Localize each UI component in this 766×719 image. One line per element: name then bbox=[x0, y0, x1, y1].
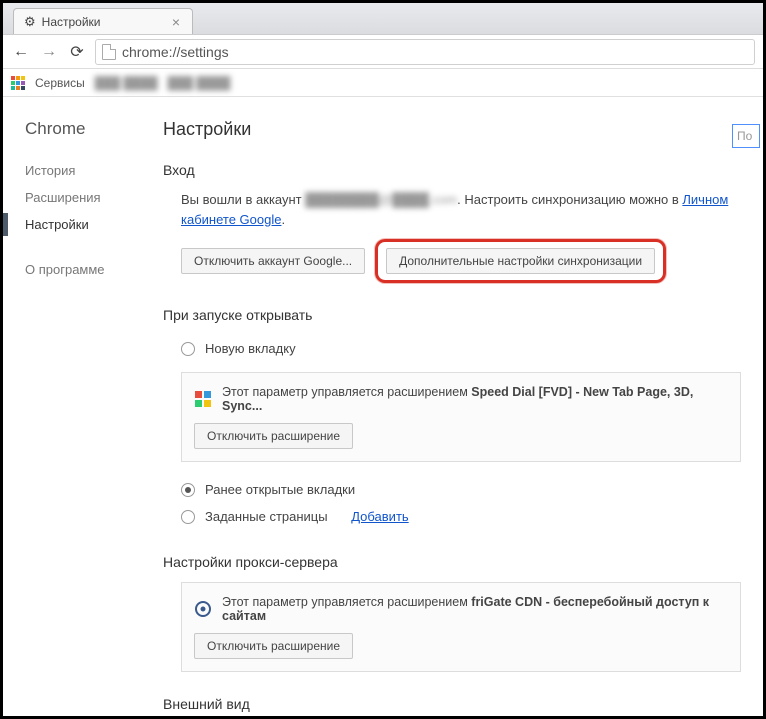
radio-icon bbox=[181, 483, 195, 497]
startup-option-newtab[interactable]: Новую вкладку bbox=[181, 335, 763, 362]
browser-tab[interactable]: ⚙ Настройки × bbox=[13, 8, 193, 34]
bookmark-item-blurred[interactable]: ███ ████ bbox=[95, 76, 158, 90]
apps-icon[interactable] bbox=[11, 76, 25, 90]
highlight-annotation: Дополнительные настройки синхронизации bbox=[375, 239, 666, 283]
frigate-icon bbox=[194, 600, 212, 618]
browser-tab-bar: ⚙ Настройки × bbox=[3, 3, 763, 35]
extension-notice-box: Этот параметр управляется расширением fr… bbox=[181, 582, 741, 672]
gear-icon: ⚙ bbox=[24, 14, 36, 30]
section-heading: При запуске открывать bbox=[163, 307, 763, 323]
section-heading: Настройки прокси-сервера bbox=[163, 554, 763, 570]
extension-notice-text: Этот параметр управляется расширением fr… bbox=[222, 595, 728, 623]
brand-label: Chrome bbox=[25, 119, 163, 139]
forward-button: → bbox=[39, 42, 59, 62]
section-proxy: Настройки прокси-сервера Этот параметр у… bbox=[163, 554, 763, 672]
add-pages-link[interactable]: Добавить bbox=[351, 509, 408, 524]
bookmarks-bar: Сервисы ███ ████ ███ ████ bbox=[3, 69, 763, 97]
reload-button[interactable]: ⟳ bbox=[67, 42, 87, 62]
section-signin: Вход Вы вошли в аккаунт ████████@████.co… bbox=[163, 162, 763, 283]
extension-notice-text: Этот параметр управляется расширением Sp… bbox=[222, 385, 728, 413]
back-button[interactable]: ← bbox=[11, 42, 31, 62]
settings-search-input[interactable]: По bbox=[732, 124, 760, 148]
sidebar-item-extensions[interactable]: Расширения bbox=[25, 184, 163, 211]
settings-sidebar: Chrome История Расширения Настройки О пр… bbox=[3, 97, 163, 716]
section-heading: Вход bbox=[163, 162, 763, 178]
close-icon[interactable]: × bbox=[170, 14, 182, 30]
tab-title: Настройки bbox=[42, 15, 101, 29]
section-appearance: Внешний вид bbox=[163, 696, 763, 712]
signin-text: Вы вошли в аккаунт ████████@████.com. На… bbox=[181, 190, 763, 229]
section-heading: Внешний вид bbox=[163, 696, 763, 712]
account-email-blurred: ████████@████.com bbox=[305, 192, 457, 207]
radio-icon bbox=[181, 342, 195, 356]
url-text: chrome://settings bbox=[122, 44, 229, 60]
speeddial-icon bbox=[194, 390, 212, 408]
startup-option-continue[interactable]: Ранее открытые вкладки bbox=[181, 476, 763, 503]
bookmark-item-blurred[interactable]: ███ ████ bbox=[168, 76, 231, 90]
startup-option-specific[interactable]: Заданные страницы Добавить bbox=[181, 503, 763, 530]
settings-main: Настройки Вход Вы вошли в аккаунт ██████… bbox=[163, 97, 763, 716]
sidebar-item-about[interactable]: О программе bbox=[25, 256, 163, 283]
disable-extension-button[interactable]: Отключить расширение bbox=[194, 423, 353, 449]
disable-extension-button[interactable]: Отключить расширение bbox=[194, 633, 353, 659]
advanced-sync-button[interactable]: Дополнительные настройки синхронизации bbox=[386, 248, 655, 274]
extension-notice-box: Этот параметр управляется расширением Sp… bbox=[181, 372, 741, 462]
section-startup: При запуске открывать Новую вкладку Этот… bbox=[163, 307, 763, 530]
page-icon bbox=[102, 44, 116, 60]
sidebar-item-settings[interactable]: Настройки bbox=[25, 211, 163, 238]
bookmarks-apps-label[interactable]: Сервисы bbox=[35, 76, 85, 90]
browser-toolbar: ← → ⟳ chrome://settings bbox=[3, 35, 763, 69]
address-bar[interactable]: chrome://settings bbox=[95, 39, 755, 65]
radio-icon bbox=[181, 510, 195, 524]
page-title: Настройки bbox=[163, 119, 763, 140]
sidebar-item-history[interactable]: История bbox=[25, 157, 163, 184]
disconnect-google-button[interactable]: Отключить аккаунт Google... bbox=[181, 248, 365, 274]
